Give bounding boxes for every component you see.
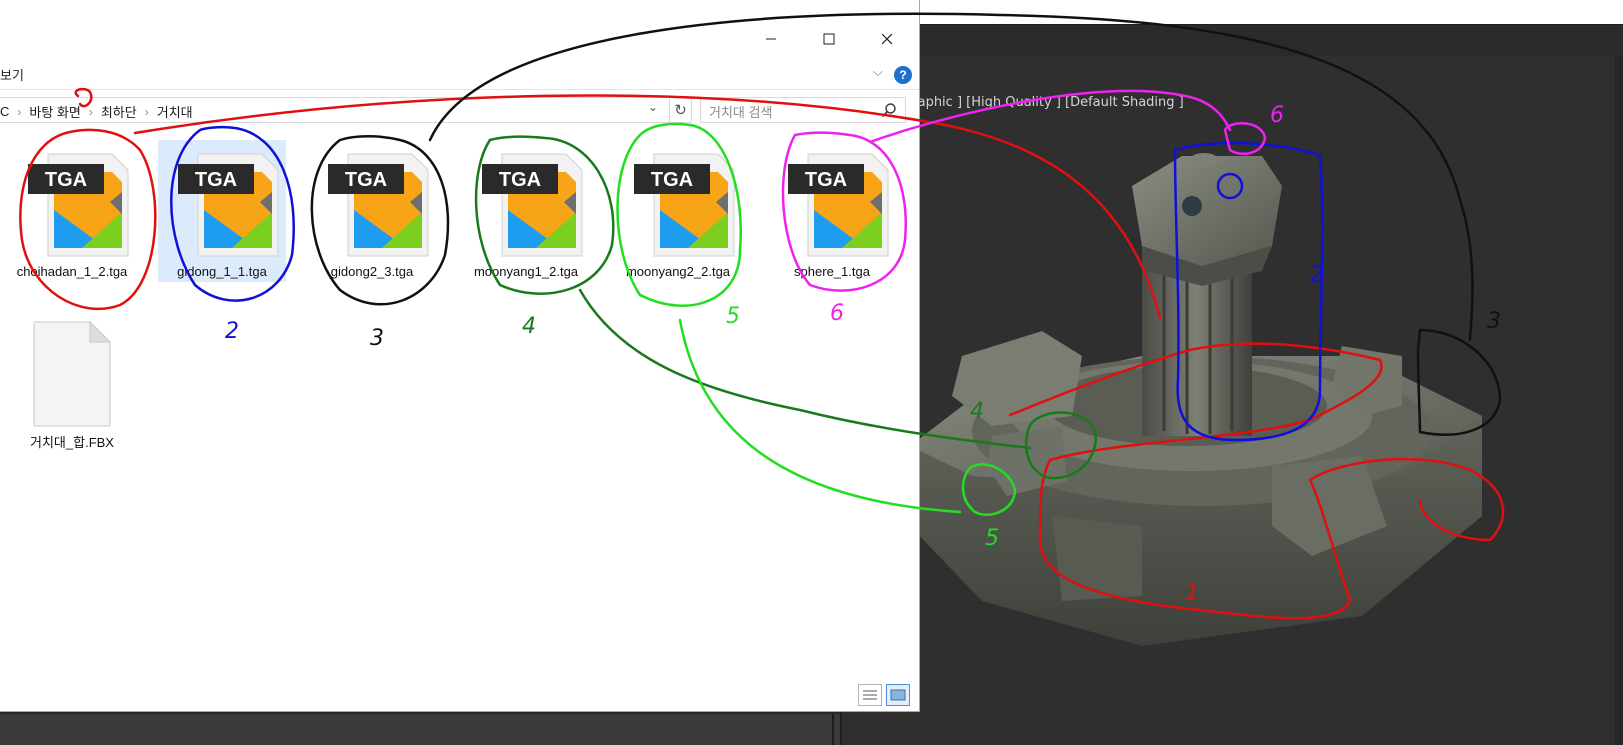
file-item-moonyang2-2[interactable]: TGA moonyang2_2.tga	[614, 140, 742, 302]
tga-file-icon: TGA	[482, 153, 583, 257]
screen: graphic ] [High Quality ] [Default Shadi…	[0, 0, 1623, 745]
breadcrumb: C › 바탕 화면 › 최하단 › 거치대	[0, 102, 193, 121]
file-item-choihadan[interactable]: TGA choihadan_1_2.tga	[8, 140, 136, 302]
search-box[interactable]: 거치대 검색	[700, 97, 906, 123]
file-name[interactable]: 거치대_합.FBX	[8, 434, 136, 451]
file-item-fbx[interactable]: 거치대_합.FBX	[8, 310, 136, 460]
file-name[interactable]: moonyang2_2.tga	[614, 263, 742, 280]
ribbon-expand-chevron-icon[interactable]: ⌵	[873, 64, 883, 80]
generic-file-icon	[33, 320, 112, 427]
title-bar[interactable]	[0, 0, 919, 58]
search-icon[interactable]	[881, 102, 897, 118]
tga-file-icon: TGA	[788, 153, 889, 257]
details-view-button[interactable]	[858, 684, 882, 706]
chevron-right-icon[interactable]: ›	[89, 105, 93, 119]
minimize-icon	[766, 38, 776, 40]
file-name[interactable]: gidong_1_1.tga	[158, 263, 286, 280]
breadcrumb-desktop[interactable]: 바탕 화면	[29, 102, 80, 121]
file-name[interactable]: gidong2_3.tga	[308, 263, 436, 280]
file-item-moonyang1-2[interactable]: TGA moonyang1_2.tga	[462, 140, 590, 302]
breadcrumb-geochidae[interactable]: 거치대	[157, 102, 193, 121]
refresh-button[interactable]: ↻	[670, 97, 692, 123]
chevron-right-icon[interactable]: ›	[17, 105, 21, 119]
tga-file-icon: TGA	[328, 153, 429, 257]
refresh-icon: ↻	[674, 102, 687, 119]
details-view-icon	[863, 690, 877, 700]
file-name[interactable]: choihadan_1_2.tga	[8, 263, 136, 280]
perspective-viewport[interactable]: graphic ] [High Quality ] [Default Shadi…	[840, 56, 1623, 745]
pedestal-model[interactable]	[842, 56, 1623, 745]
file-explorer-window: 보기 ⌵ ? C › 바탕 화면 › 최하단 › 거치대 ⌄ ↻ 거치대 검색	[0, 0, 920, 712]
maximize-icon	[823, 33, 835, 45]
tga-badge-text: TGA	[651, 169, 693, 191]
maximize-button[interactable]	[806, 22, 852, 56]
tga-badge-text: TGA	[195, 169, 237, 191]
file-name[interactable]: sphere_1.tga	[768, 263, 896, 280]
view-switcher	[858, 684, 910, 706]
max-viewport-panel: graphic ] [High Quality ] [Default Shadi…	[840, 24, 1623, 745]
address-bar[interactable]: C › 바탕 화면 › 최하단 › 거치대 ⌄	[0, 97, 670, 123]
close-button[interactable]	[864, 22, 910, 56]
tga-badge-text: TGA	[499, 169, 541, 191]
viewport-scrollbar[interactable]	[1615, 56, 1623, 745]
tga-badge-text: TGA	[805, 169, 847, 191]
file-item-sphere-1[interactable]: TGA sphere_1.tga	[768, 140, 896, 282]
tga-badge-text: TGA	[45, 169, 87, 191]
tga-file-icon: TGA	[178, 153, 279, 257]
ribbon: 보기 ⌵ ?	[0, 60, 919, 90]
tga-badge-text: TGA	[345, 169, 387, 191]
minimize-button[interactable]	[748, 22, 794, 56]
tga-file-icon: TGA	[634, 153, 735, 257]
large-icons-view-button[interactable]	[886, 684, 910, 706]
close-icon	[881, 33, 893, 45]
file-name[interactable]: moonyang1_2.tga	[462, 263, 590, 280]
breadcrumb-pc[interactable]: C	[0, 104, 9, 119]
chevron-right-icon[interactable]: ›	[145, 105, 149, 119]
file-item-gidong2-3[interactable]: TGA gidong2_3.tga	[308, 140, 436, 282]
large-icons-view-icon	[890, 689, 906, 701]
breadcrumb-choihadan[interactable]: 최하단	[101, 102, 137, 121]
panel-divider	[832, 714, 834, 745]
max-bottom-panel	[0, 712, 840, 745]
tga-file-icon: TGA	[28, 153, 129, 257]
viewport-toolbar	[840, 24, 1623, 56]
search-placeholder[interactable]: 거치대 검색	[709, 102, 772, 121]
file-item-gidong-1-1[interactable]: TGA gidong_1_1.tga	[158, 140, 286, 282]
address-history-dropdown-icon[interactable]: ⌄	[648, 100, 658, 114]
ribbon-tab-view[interactable]: 보기	[0, 65, 24, 84]
help-button[interactable]: ?	[894, 66, 912, 84]
